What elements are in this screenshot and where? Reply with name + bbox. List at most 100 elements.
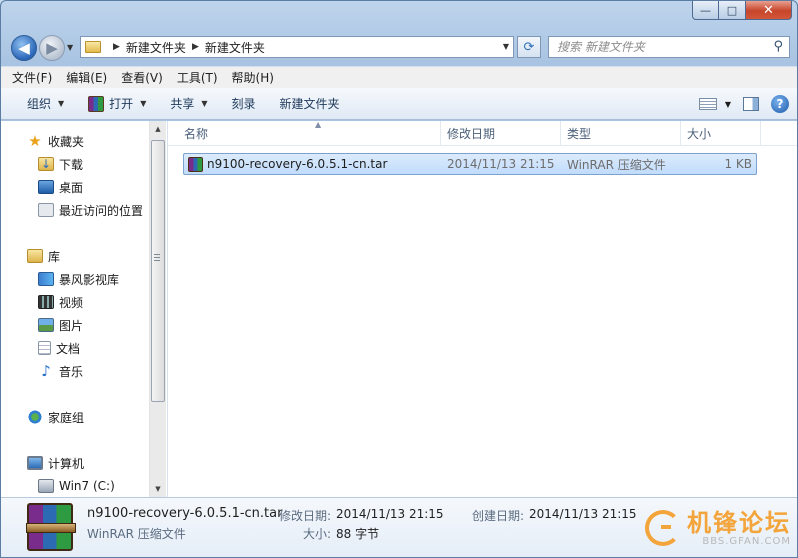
- organize-button[interactable]: 组织 ▼: [1, 88, 76, 120]
- search-icon[interactable]: ⚲: [773, 39, 783, 54]
- address-bar[interactable]: ▶ 新建文件夹 ▶ 新建文件夹 ▼: [80, 36, 514, 58]
- nav-item-favorites[interactable]: ★ 收藏夹: [27, 131, 84, 151]
- nav-item-documents[interactable]: 文档: [38, 338, 80, 358]
- search-input[interactable]: [557, 40, 767, 54]
- open-button[interactable]: 打开 ▼: [76, 88, 158, 120]
- nav-item-videos[interactable]: 视频: [38, 292, 83, 312]
- share-button[interactable]: 共享 ▼: [158, 88, 219, 120]
- nav-item-baofeng[interactable]: 暴风影视库: [38, 269, 119, 289]
- grip-icon: [154, 254, 160, 261]
- file-row[interactable]: n9100-recovery-6.0.5.1-cn.tar 2014/11/13…: [183, 153, 757, 175]
- breadcrumb-item[interactable]: 新建文件夹: [126, 39, 186, 56]
- nav-item-homegroup[interactable]: 家庭组: [27, 407, 84, 427]
- file-list-pane: 名称 ▲ 修改日期 类型 大小 n9100-recovery-6.0.5.1-c…: [168, 120, 797, 497]
- nav-item-desktop[interactable]: 桌面: [38, 177, 83, 197]
- nav-label: 桌面: [59, 180, 84, 195]
- picture-icon: [38, 318, 54, 332]
- desktop-icon: [38, 180, 54, 194]
- chevron-down-icon: ▼: [724, 99, 731, 109]
- details-modified-label: 修改日期:: [279, 509, 332, 523]
- nav-item-pictures[interactable]: 图片: [38, 315, 83, 335]
- column-label: 大小: [687, 127, 712, 141]
- breadcrumb-arrow-icon[interactable]: ▶: [192, 42, 199, 52]
- nav-label: 收藏夹: [48, 134, 85, 149]
- winrar-archive-icon: [188, 157, 203, 172]
- nav-label: Win7 (C:): [59, 479, 115, 493]
- computer-icon: [27, 456, 43, 470]
- navigation-tree: ★ 收藏夹 ↓ 下载 桌面 最近访问的位置 库 暴风影视库 视频 图片 文档 ♪…: [1, 121, 149, 497]
- nav-item-drive-c[interactable]: Win7 (C:): [38, 476, 115, 496]
- menu-tools[interactable]: 工具(T): [170, 69, 225, 86]
- details-modified-value: 2014/11/13 21:15: [336, 507, 444, 521]
- file-name: n9100-recovery-6.0.5.1-cn.tar: [207, 157, 388, 171]
- navigation-bar: ◀ ▶ ▼ ▶ 新建文件夹 ▶ 新建文件夹 ▼ ⟳ ⚲: [1, 31, 797, 61]
- chevron-down-icon: ▼: [201, 99, 208, 108]
- menu-view[interactable]: 查看(V): [114, 69, 170, 86]
- maximize-button[interactable]: □: [719, 1, 746, 20]
- column-header-modified[interactable]: 修改日期: [441, 121, 561, 146]
- burn-label: 刻录: [231, 97, 256, 111]
- recent-pages-dropdown[interactable]: ▼: [67, 43, 73, 52]
- breadcrumb-arrow-icon[interactable]: ▶: [113, 42, 120, 52]
- file-type: WinRAR 压缩文件: [567, 157, 666, 172]
- column-label: 名称: [184, 127, 209, 141]
- nav-item-libraries[interactable]: 库: [27, 246, 60, 266]
- nav-scrollbar[interactable]: ▲ ▼: [149, 121, 166, 497]
- scroll-up-icon[interactable]: ▲: [150, 121, 166, 137]
- recent-places-icon: [38, 203, 54, 217]
- nav-item-music[interactable]: ♪ 音乐: [38, 361, 83, 381]
- gfan-logo-icon: [645, 510, 681, 546]
- address-dropdown-icon[interactable]: ▼: [503, 42, 509, 51]
- details-pane: n9100-recovery-6.0.5.1-cn.tar WinRAR 压缩文…: [1, 497, 797, 557]
- command-bar: 组织 ▼ 打开 ▼ 共享 ▼ 刻录 新建文件夹 ▼ ?: [1, 88, 797, 120]
- nav-label: 最近访问的位置: [59, 203, 144, 218]
- file-size: 1 KB: [724, 157, 752, 171]
- menu-edit[interactable]: 编辑(E): [59, 69, 114, 86]
- nav-item-recent-places[interactable]: 最近访问的位置: [38, 200, 143, 220]
- chevron-down-icon: ▼: [58, 99, 65, 108]
- nav-label: 暴风影视库: [59, 272, 120, 287]
- burn-button[interactable]: 刻录: [220, 88, 268, 120]
- homegroup-icon: [27, 410, 43, 424]
- details-view-icon: [698, 98, 717, 110]
- film-icon: [38, 295, 54, 309]
- nav-item-downloads[interactable]: ↓ 下载: [38, 154, 83, 174]
- nav-label: 图片: [59, 318, 84, 333]
- help-icon[interactable]: ?: [771, 95, 789, 113]
- nav-item-computer[interactable]: 计算机: [27, 453, 84, 473]
- close-button[interactable]: ✕: [746, 1, 792, 20]
- details-size-label: 大小:: [303, 527, 332, 541]
- new-folder-button[interactable]: 新建文件夹: [268, 88, 352, 120]
- menu-file[interactable]: 文件(F): [5, 69, 59, 86]
- forward-button[interactable]: ▶: [39, 35, 65, 61]
- drive-icon: [38, 479, 54, 493]
- minimize-button[interactable]: —: [692, 1, 719, 20]
- toolbar-right: ▼ ?: [698, 88, 789, 120]
- chevron-down-icon: ▼: [140, 99, 147, 108]
- back-button[interactable]: ◀: [11, 35, 37, 61]
- organize-label: 组织: [27, 97, 52, 111]
- breadcrumb-item[interactable]: 新建文件夹: [205, 39, 265, 56]
- preview-pane-icon[interactable]: [743, 97, 759, 111]
- refresh-button[interactable]: ⟳: [517, 36, 541, 58]
- winrar-icon: [88, 95, 105, 112]
- watermark-url: BBS.GFAN.COM: [702, 535, 791, 547]
- search-box[interactable]: ⚲: [548, 36, 790, 58]
- details-created-label: 创建日期:: [472, 509, 525, 523]
- nav-label: 文档: [56, 341, 81, 356]
- new-folder-label: 新建文件夹: [279, 97, 340, 111]
- explorer-window: — □ ✕ ◀ ▶ ▼ ▶ 新建文件夹 ▶ 新建文件夹 ▼ ⟳ ⚲ 文件(F) …: [0, 0, 798, 558]
- scroll-thumb[interactable]: [151, 140, 165, 402]
- change-view-button[interactable]: ▼: [698, 98, 731, 110]
- column-header-name[interactable]: 名称 ▲: [178, 120, 441, 146]
- menu-help[interactable]: 帮助(H): [225, 69, 281, 86]
- scroll-down-icon[interactable]: ▼: [150, 481, 166, 497]
- share-label: 共享: [170, 97, 195, 111]
- column-header-type[interactable]: 类型: [561, 121, 681, 146]
- navigation-pane: ★ 收藏夹 ↓ 下载 桌面 最近访问的位置 库 暴风影视库 视频 图片 文档 ♪…: [1, 121, 167, 497]
- sort-ascending-icon: ▲: [315, 120, 322, 129]
- details-filename: n9100-recovery-6.0.5.1-cn.tar: [87, 506, 283, 521]
- column-header-size[interactable]: 大小: [681, 121, 761, 146]
- star-icon: ★: [28, 132, 42, 150]
- nav-label: 计算机: [48, 456, 85, 471]
